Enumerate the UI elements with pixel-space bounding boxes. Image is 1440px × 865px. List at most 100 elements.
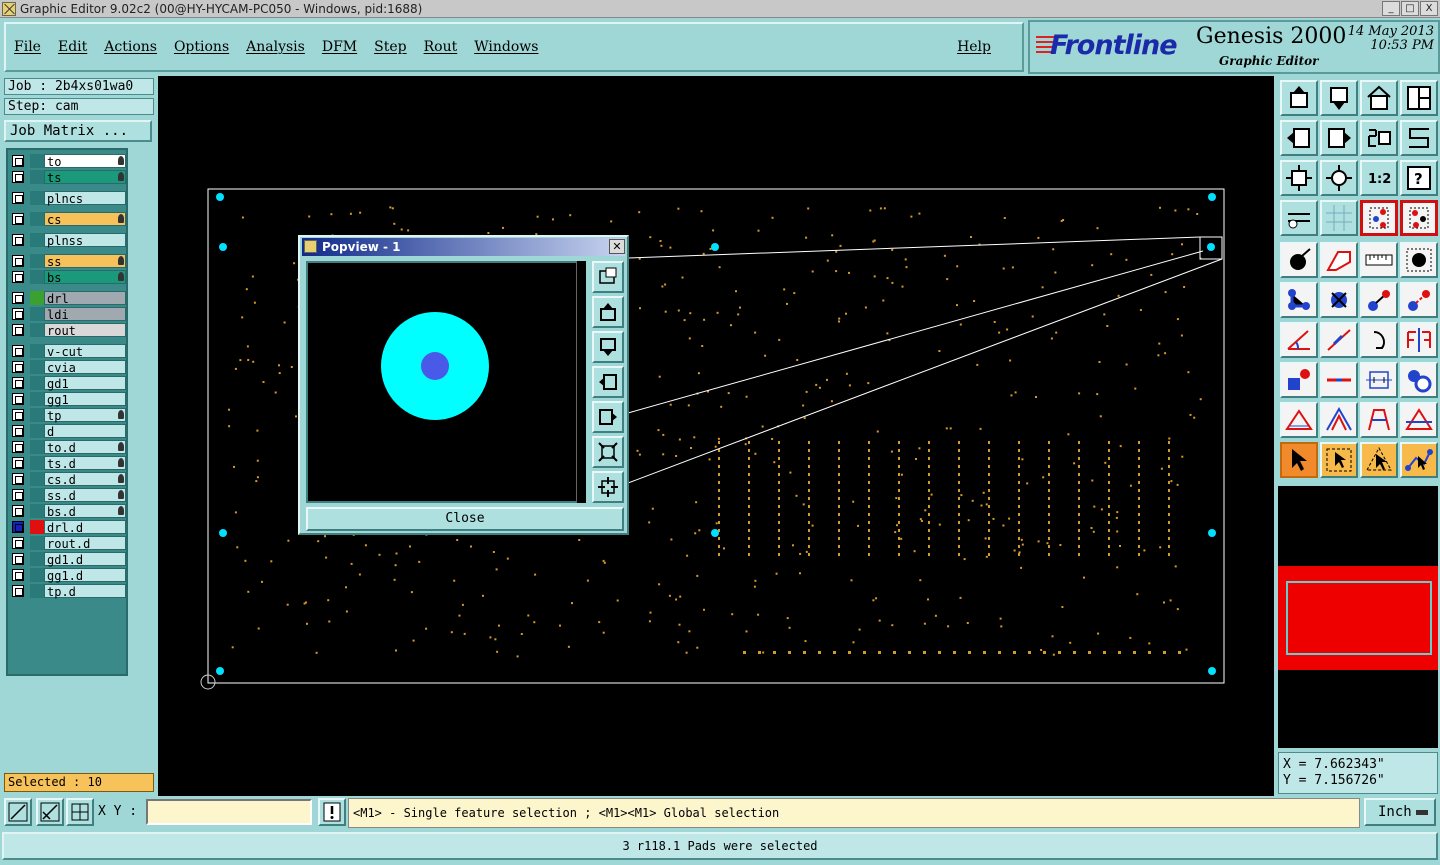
- layer-name[interactable]: d: [44, 424, 126, 439]
- layer-row[interactable]: gd1: [10, 376, 126, 391]
- move-feature-icon[interactable]: [1360, 282, 1398, 318]
- unit-select[interactable]: Inch: [1364, 798, 1436, 826]
- zoom-center-icon[interactable]: [1320, 160, 1358, 196]
- layer-row[interactable]: ss: [10, 254, 126, 269]
- delete-pad-icon[interactable]: [1320, 282, 1358, 318]
- layer-checkbox[interactable]: [12, 489, 24, 501]
- popview-pan-down-icon[interactable]: [592, 331, 624, 363]
- layer-name[interactable]: drl: [44, 291, 126, 306]
- draw-arc-icon[interactable]: [1360, 322, 1398, 358]
- layer-checkbox[interactable]: [12, 569, 24, 581]
- layer-name[interactable]: rout.d: [44, 536, 126, 551]
- layer-name[interactable]: to: [44, 154, 126, 169]
- menu-windows[interactable]: Windows: [474, 39, 538, 55]
- connect-pads-icon[interactable]: [1280, 282, 1318, 318]
- layer-row[interactable]: ldi: [10, 307, 126, 322]
- pad-replace-icon[interactable]: [1280, 362, 1318, 398]
- layer-name[interactable]: ts.d: [44, 456, 126, 471]
- menu-help[interactable]: Help: [957, 39, 991, 55]
- polygon-fill-icon[interactable]: [1360, 402, 1398, 438]
- snap-grid-icon[interactable]: [1400, 200, 1438, 236]
- add-surface-icon[interactable]: [1320, 242, 1358, 278]
- layer-row[interactable]: to.d: [10, 440, 126, 455]
- layer-checkbox[interactable]: [12, 473, 24, 485]
- layer-checkbox[interactable]: [12, 213, 24, 225]
- draw-line-icon[interactable]: [1320, 322, 1358, 358]
- home-icon[interactable]: [1360, 80, 1398, 116]
- layer-checkbox[interactable]: [12, 234, 24, 246]
- layer-row[interactable]: ts: [10, 170, 126, 185]
- line-angle-icon[interactable]: [1280, 322, 1318, 358]
- layer-checkbox[interactable]: [12, 585, 24, 597]
- popview-close-icon[interactable]: ✕: [609, 239, 625, 254]
- grid-icon[interactable]: [1320, 200, 1358, 236]
- layer-checkbox[interactable]: [12, 377, 24, 389]
- pan-down-icon[interactable]: [1320, 80, 1358, 116]
- add-pad-icon[interactable]: [1280, 242, 1318, 278]
- mirror-icon[interactable]: [1400, 322, 1438, 358]
- pad-group-icon[interactable]: [1400, 362, 1438, 398]
- layer-checkbox[interactable]: [12, 425, 24, 437]
- menu-analysis[interactable]: Analysis: [246, 39, 305, 55]
- layer-row[interactable]: tp: [10, 408, 126, 423]
- layer-row[interactable]: gg1.d: [10, 568, 126, 583]
- layer-name[interactable]: bs.d: [44, 504, 126, 519]
- pan-right-icon[interactable]: [1320, 120, 1358, 156]
- menu-dfm[interactable]: DFM: [322, 39, 357, 55]
- layer-name[interactable]: ss.d: [44, 488, 126, 503]
- polygon-edit-icon[interactable]: [1320, 402, 1358, 438]
- layer-name[interactable]: ss: [44, 254, 126, 269]
- layer-name[interactable]: gg1.d: [44, 568, 126, 583]
- layer-name[interactable]: v-cut: [44, 344, 126, 359]
- layer-name[interactable]: tp.d: [44, 584, 126, 599]
- polygon-icon[interactable]: [1280, 402, 1318, 438]
- layer-name[interactable]: cs: [44, 212, 126, 227]
- layer-checkbox[interactable]: [12, 324, 24, 336]
- layer-name[interactable]: ldi: [44, 307, 126, 322]
- select-circle-icon[interactable]: [1400, 242, 1438, 278]
- layer-row[interactable]: ts.d: [10, 456, 126, 471]
- layer-name[interactable]: plncs: [44, 191, 126, 206]
- layer-checkbox[interactable]: [12, 537, 24, 549]
- layer-row[interactable]: rout: [10, 323, 126, 338]
- layer-checkbox[interactable]: [12, 292, 24, 304]
- layer-name[interactable]: plnss: [44, 233, 126, 248]
- select-pointer-icon[interactable]: [1280, 442, 1318, 478]
- pan-left-icon[interactable]: [1280, 120, 1318, 156]
- layer-name[interactable]: to.d: [44, 440, 126, 455]
- overview-map[interactable]: [1278, 486, 1438, 748]
- zoom-1-2-icon[interactable]: 1:2: [1360, 160, 1398, 196]
- popview-canvas[interactable]: [306, 261, 582, 503]
- layer-row[interactable]: cs.d: [10, 472, 126, 487]
- maximize-button[interactable]: □: [1401, 1, 1419, 16]
- pan-up-icon[interactable]: [1280, 80, 1318, 116]
- layer-row[interactable]: d: [10, 424, 126, 439]
- layer-checkbox[interactable]: [12, 345, 24, 357]
- layer-checkbox[interactable]: [12, 192, 24, 204]
- layer-checkbox[interactable]: [12, 155, 24, 167]
- layer-checkbox[interactable]: [12, 393, 24, 405]
- layer-name[interactable]: rout: [44, 323, 126, 338]
- layer-row[interactable]: tp.d: [10, 584, 126, 599]
- undo-zoom-icon[interactable]: [1360, 120, 1398, 156]
- select-net-icon[interactable]: [1400, 442, 1438, 478]
- menu-rout[interactable]: Rout: [424, 39, 458, 55]
- layer-row[interactable]: gd1.d: [10, 552, 126, 567]
- layer-checkbox[interactable]: [12, 308, 24, 320]
- split-view-icon[interactable]: [1400, 80, 1438, 116]
- layer-row[interactable]: v-cut: [10, 344, 126, 359]
- layer-row[interactable]: gg1: [10, 392, 126, 407]
- layer-row[interactable]: drl: [10, 291, 126, 306]
- layer-checkbox[interactable]: [12, 553, 24, 565]
- layer-name[interactable]: cs.d: [44, 472, 126, 487]
- layer-row[interactable]: cvia: [10, 360, 126, 375]
- layer-checkbox[interactable]: [12, 409, 24, 421]
- layer-name[interactable]: bs: [44, 270, 126, 285]
- split-line-icon[interactable]: [1320, 362, 1358, 398]
- help-icon[interactable]: ?: [1400, 160, 1438, 196]
- select-poly-icon[interactable]: [1360, 442, 1398, 478]
- layer-row[interactable]: bs: [10, 270, 126, 285]
- zoom-fit-icon[interactable]: [1280, 160, 1318, 196]
- close-window-button[interactable]: X: [1420, 1, 1438, 16]
- layer-row[interactable]: rout.d: [10, 536, 126, 551]
